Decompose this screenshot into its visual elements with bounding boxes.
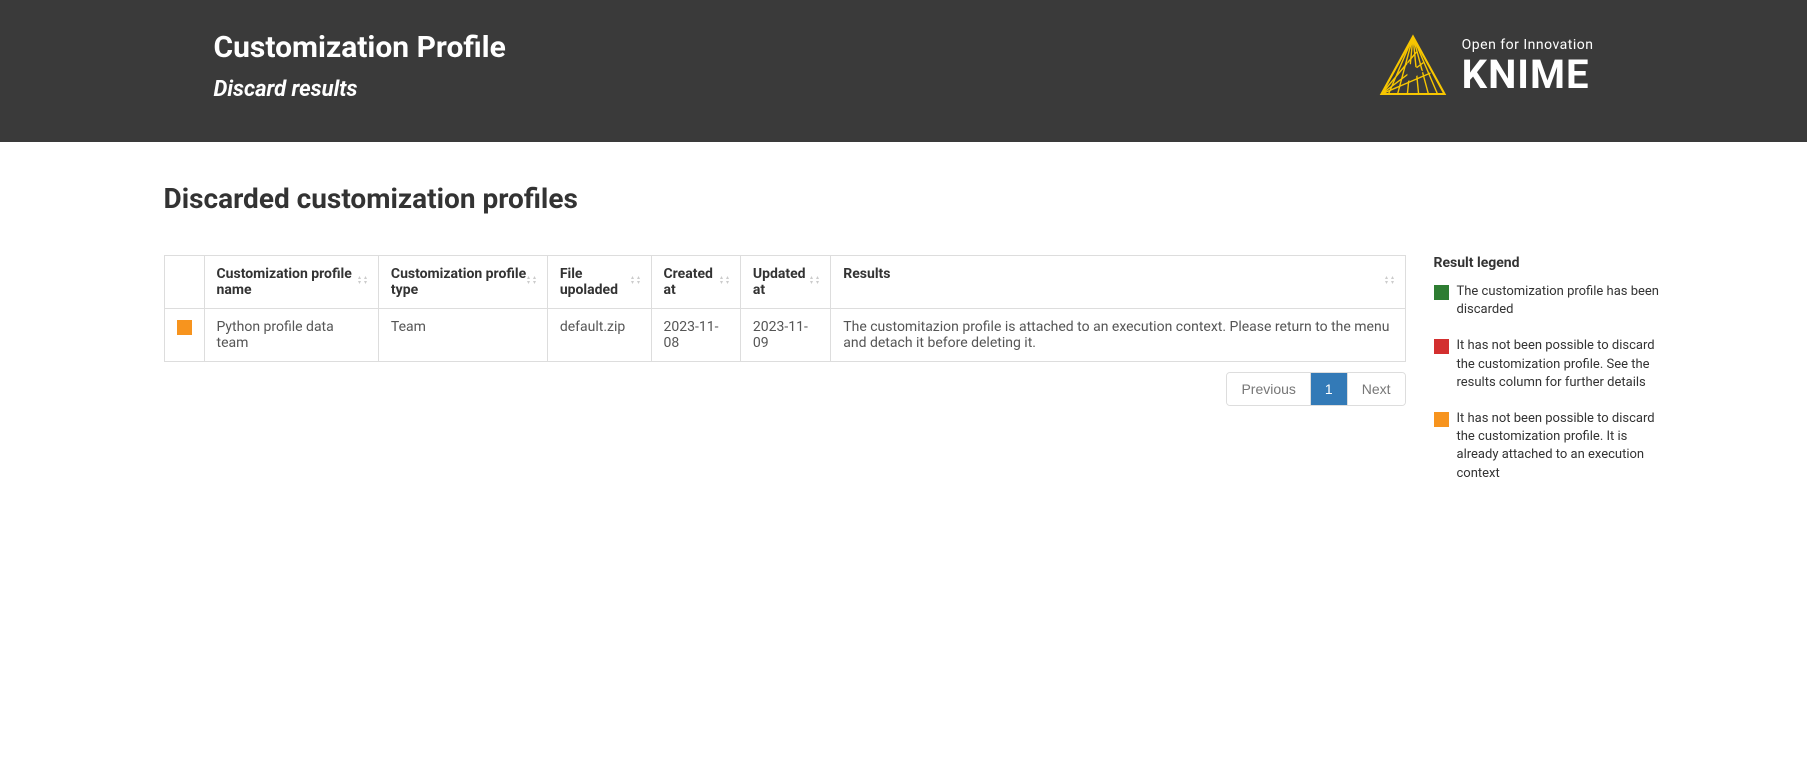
page-subtitle: Discard results <box>214 77 506 102</box>
cell-status <box>164 309 204 362</box>
col-type-label: Customization profile type <box>391 266 526 298</box>
table-header-row: Customization profile name Customization… <box>164 256 1405 309</box>
table-row: Python profile data team Team default.zi… <box>164 309 1405 362</box>
header-bar: Customization Profile Discard results Op… <box>0 0 1807 142</box>
sort-icon <box>810 273 822 291</box>
legend-green-text: The customization profile has been disca… <box>1457 283 1664 319</box>
sort-icon <box>358 273 370 291</box>
col-type[interactable]: Customization profile type <box>378 256 547 309</box>
section-title: Discarded customization profiles <box>164 182 1674 215</box>
sort-icon <box>527 273 539 291</box>
legend-orange-text: It has not been possible to discard the … <box>1457 410 1664 483</box>
logo-name: KNIME <box>1462 55 1594 95</box>
cell-type: Team <box>378 309 547 362</box>
legend-item-orange: It has not been possible to discard the … <box>1434 410 1664 483</box>
col-results[interactable]: Results <box>831 256 1405 309</box>
pagination: Previous 1 Next <box>164 372 1406 406</box>
cell-updated: 2023-11-09 <box>740 309 830 362</box>
knime-logo: Open for Innovation KNIME <box>1378 31 1594 101</box>
col-results-label: Results <box>843 266 890 282</box>
col-updated-label: Updated at <box>753 266 806 298</box>
legend-item-red: It has not been possible to discard the … <box>1434 337 1664 392</box>
legend-item-green: The customization profile has been disca… <box>1434 283 1664 319</box>
legend-orange-icon <box>1434 412 1449 427</box>
cell-created: 2023-11-08 <box>651 309 740 362</box>
col-created-label: Created at <box>664 266 713 298</box>
legend-red-text: It has not been possible to discard the … <box>1457 337 1664 392</box>
sort-icon <box>1385 273 1397 291</box>
page-1-button[interactable]: 1 <box>1311 373 1348 405</box>
profiles-table: Customization profile name Customization… <box>164 255 1406 362</box>
previous-button[interactable]: Previous <box>1227 373 1310 405</box>
sort-icon <box>720 273 732 291</box>
col-file[interactable]: File upoladed <box>547 256 651 309</box>
col-updated[interactable]: Updated at <box>740 256 830 309</box>
cell-name: Python profile data team <box>204 309 378 362</box>
col-name[interactable]: Customization profile name <box>204 256 378 309</box>
page-title: Customization Profile <box>214 30 506 65</box>
col-file-label: File upoladed <box>560 266 618 298</box>
sort-icon <box>631 273 643 291</box>
cell-file: default.zip <box>547 309 651 362</box>
col-name-label: Customization profile name <box>217 266 352 298</box>
legend-red-icon <box>1434 339 1449 354</box>
legend-title: Result legend <box>1434 255 1664 271</box>
col-status[interactable] <box>164 256 204 309</box>
result-legend: Result legend The customization profile … <box>1434 255 1664 501</box>
status-square-icon <box>177 320 192 335</box>
next-button[interactable]: Next <box>1348 373 1405 405</box>
col-created[interactable]: Created at <box>651 256 740 309</box>
knime-triangle-icon <box>1378 31 1448 101</box>
cell-results: The customitazion profile is attached to… <box>831 309 1405 362</box>
legend-green-icon <box>1434 285 1449 300</box>
